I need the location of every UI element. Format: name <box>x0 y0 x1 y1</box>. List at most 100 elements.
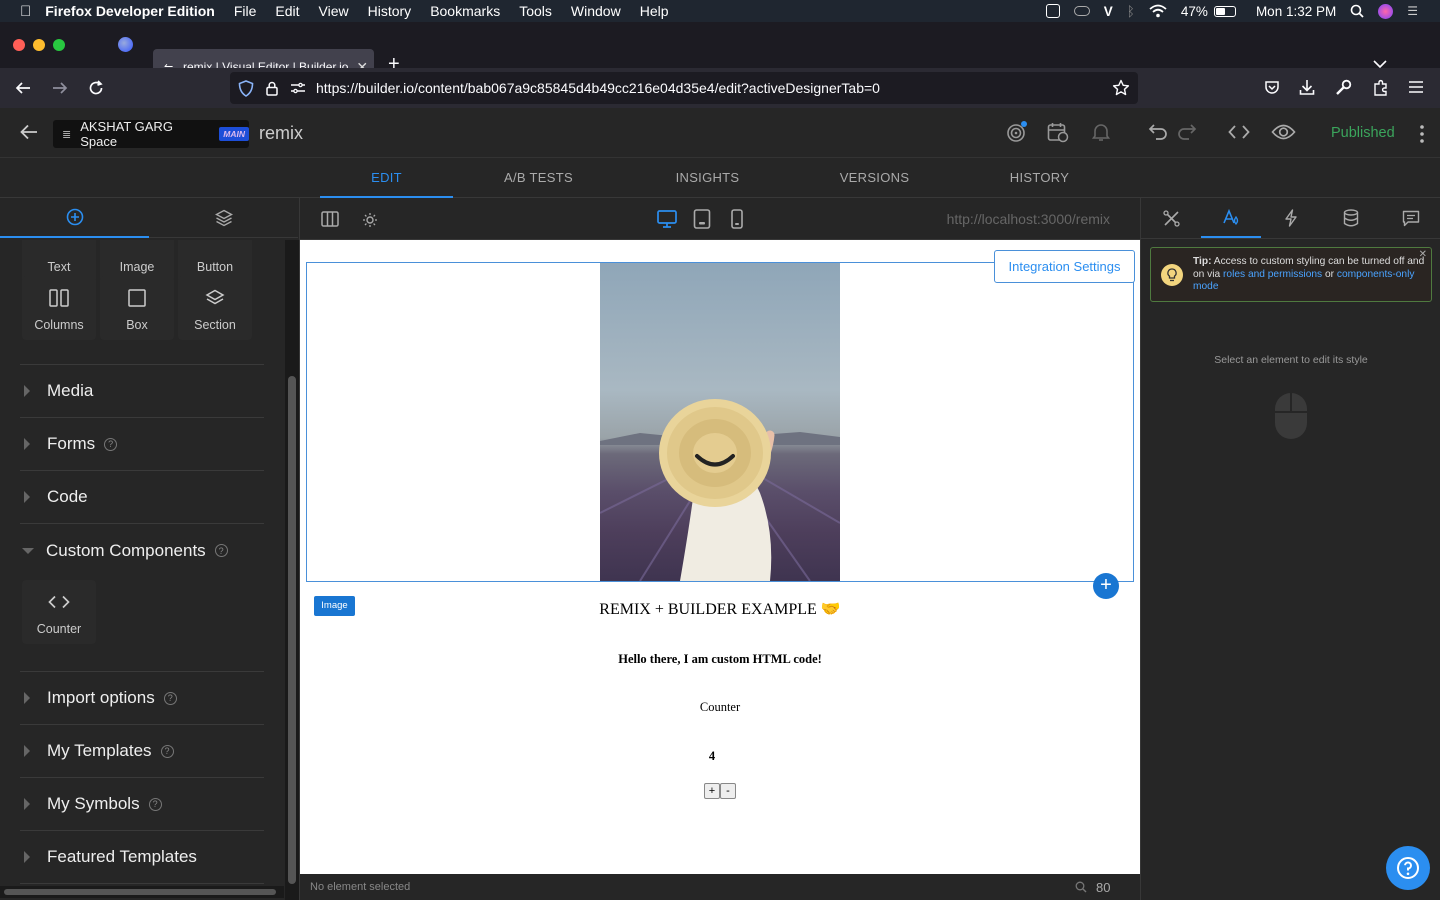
tab-ab-tests[interactable]: A/B TESTS <box>472 158 605 198</box>
zoom-level[interactable]: 80 <box>1096 880 1110 895</box>
app-menu[interactable]: Firefox Developer Edition <box>45 3 215 19</box>
forward-icon[interactable] <box>52 80 68 96</box>
block-counter[interactable]: Counter <box>22 580 96 644</box>
block-section[interactable]: Section <box>178 276 252 340</box>
roles-permissions-link[interactable]: roles and permissions <box>1223 269 1322 280</box>
help-icon[interactable]: ? <box>214 544 228 557</box>
desktop-view-icon[interactable] <box>657 210 677 228</box>
section-import-options[interactable]: Import options? <box>20 672 264 725</box>
section-my-symbols[interactable]: My Symbols? <box>20 778 264 831</box>
vertical-scrollbar[interactable] <box>285 240 299 900</box>
menu-history[interactable]: History <box>368 3 412 19</box>
back-icon[interactable] <box>15 80 31 96</box>
bookmark-star-icon[interactable] <box>1112 79 1130 97</box>
panel-tab-options[interactable] <box>1141 198 1201 238</box>
panel-scroll-area[interactable]: Text Image Button Columns Box Section Me… <box>0 240 284 900</box>
increment-button[interactable]: + <box>704 783 720 799</box>
block-box[interactable]: Box <box>100 276 174 340</box>
url-text[interactable]: https://builder.io/content/bab067a9c8584… <box>316 80 880 96</box>
bluetooth-icon[interactable]: ᛒ <box>1127 4 1135 19</box>
permissions-icon[interactable] <box>291 82 305 94</box>
spotlight-icon[interactable] <box>1350 4 1364 18</box>
panel-tab-style[interactable] <box>1201 198 1261 238</box>
section-featured-templates[interactable]: Featured Templates <box>20 831 264 884</box>
help-icon[interactable]: ? <box>104 437 118 451</box>
undo-icon[interactable] <box>1148 123 1168 141</box>
panel-tab-comments[interactable] <box>1381 198 1440 238</box>
pocket-icon[interactable] <box>1264 80 1280 96</box>
theme-sun-icon[interactable] <box>362 212 378 228</box>
app-menu-icon[interactable] <box>1409 81 1423 93</box>
counter-label[interactable]: Counter <box>300 700 1140 715</box>
control-center-icon[interactable]: ☰ <box>1407 4 1418 18</box>
panel-tab-layers[interactable] <box>149 198 298 238</box>
notifications-bell-icon[interactable] <box>1091 122 1111 142</box>
decrement-button[interactable]: - <box>720 783 736 799</box>
url-bar[interactable]: https://builder.io/content/bab067a9c8584… <box>230 72 1138 104</box>
content-name[interactable]: remix <box>259 123 303 144</box>
custom-html-text[interactable]: Hello there, I am custom HTML code! <box>300 652 1140 667</box>
space-selector[interactable]: ≣ AKSHAT GARG Space MAIN <box>53 119 249 149</box>
help-chat-button[interactable] <box>1386 846 1430 890</box>
help-icon[interactable]: ? <box>163 691 177 705</box>
siri-icon[interactable] <box>1378 3 1394 19</box>
section-forms[interactable]: Forms? <box>20 418 264 471</box>
window-minimize-button[interactable] <box>33 39 45 51</box>
section-media[interactable]: Media <box>20 365 264 418</box>
help-icon[interactable]: ? <box>148 797 162 811</box>
menu-view[interactable]: View <box>319 3 349 19</box>
panel-tab-insert[interactable] <box>0 198 149 238</box>
menu-help[interactable]: Help <box>640 3 669 19</box>
publish-status-button[interactable]: Published <box>1331 125 1395 141</box>
firefox-view-icon[interactable] <box>118 37 133 52</box>
add-block-button[interactable]: + <box>1093 573 1119 599</box>
window-close-button[interactable] <box>13 39 25 51</box>
clock[interactable]: Mon 1:32 PM <box>1256 4 1336 19</box>
hero-image[interactable] <box>600 263 840 581</box>
horizontal-scrollbar[interactable] <box>0 886 284 898</box>
mobile-view-icon[interactable] <box>731 209 743 229</box>
editor-canvas[interactable]: Integration Settings Image + REMIX + BUI… <box>300 240 1140 874</box>
zoom-icon[interactable] <box>1075 881 1087 893</box>
menu-bookmarks[interactable]: Bookmarks <box>430 3 500 19</box>
integration-settings-button[interactable]: Integration Settings <box>994 250 1135 283</box>
devtools-wrench-icon[interactable] <box>1335 79 1352 96</box>
scrollbar-thumb[interactable] <box>4 889 276 895</box>
preview-url-input[interactable]: http://localhost:3000/remix <box>947 211 1110 227</box>
battery-icon[interactable] <box>1213 5 1236 17</box>
window-zoom-button[interactable] <box>53 39 65 51</box>
menu-file[interactable]: File <box>234 3 257 19</box>
more-options-icon[interactable] <box>1420 125 1424 143</box>
extensions-icon[interactable] <box>1372 79 1389 96</box>
lock-icon[interactable] <box>266 81 278 96</box>
reload-icon[interactable] <box>88 80 104 96</box>
vpn-icon[interactable]: V <box>1104 4 1113 19</box>
preview-eye-icon[interactable] <box>1271 123 1296 141</box>
code-view-icon[interactable] <box>1228 124 1250 140</box>
tab-edit[interactable]: EDIT <box>320 158 453 198</box>
wifi-icon[interactable] <box>1149 4 1167 18</box>
selected-image-outline[interactable] <box>306 262 1134 582</box>
targeting-icon[interactable] <box>1005 121 1027 143</box>
help-icon[interactable]: ? <box>160 744 174 758</box>
back-arrow-icon[interactable] <box>20 124 38 140</box>
section-code[interactable]: Code <box>20 471 264 524</box>
section-custom-components[interactable]: Custom Components? <box>20 524 264 577</box>
apple-icon[interactable]:  <box>20 3 31 20</box>
menubar-app-icon[interactable] <box>1045 4 1060 18</box>
redo-icon[interactable] <box>1177 123 1197 141</box>
counter-value[interactable]: 4 <box>704 749 720 764</box>
schedule-icon[interactable] <box>1047 122 1069 143</box>
menu-tools[interactable]: Tools <box>519 3 552 19</box>
scrollbar-thumb[interactable] <box>288 376 296 884</box>
tracking-shield-icon[interactable] <box>238 79 254 97</box>
block-columns[interactable]: Columns <box>22 276 96 340</box>
panel-tab-interactions[interactable] <box>1261 198 1321 238</box>
downloads-icon[interactable] <box>1299 79 1315 96</box>
page-heading[interactable]: REMIX + BUILDER EXAMPLE 🤝 <box>300 599 1140 619</box>
tip-close-icon[interactable]: ✕ <box>1419 249 1427 260</box>
section-my-templates[interactable]: My Templates? <box>20 725 264 778</box>
cloud-icon[interactable] <box>1073 6 1090 16</box>
toggle-panels-icon[interactable] <box>321 211 339 227</box>
tab-history[interactable]: HISTORY <box>973 158 1106 198</box>
